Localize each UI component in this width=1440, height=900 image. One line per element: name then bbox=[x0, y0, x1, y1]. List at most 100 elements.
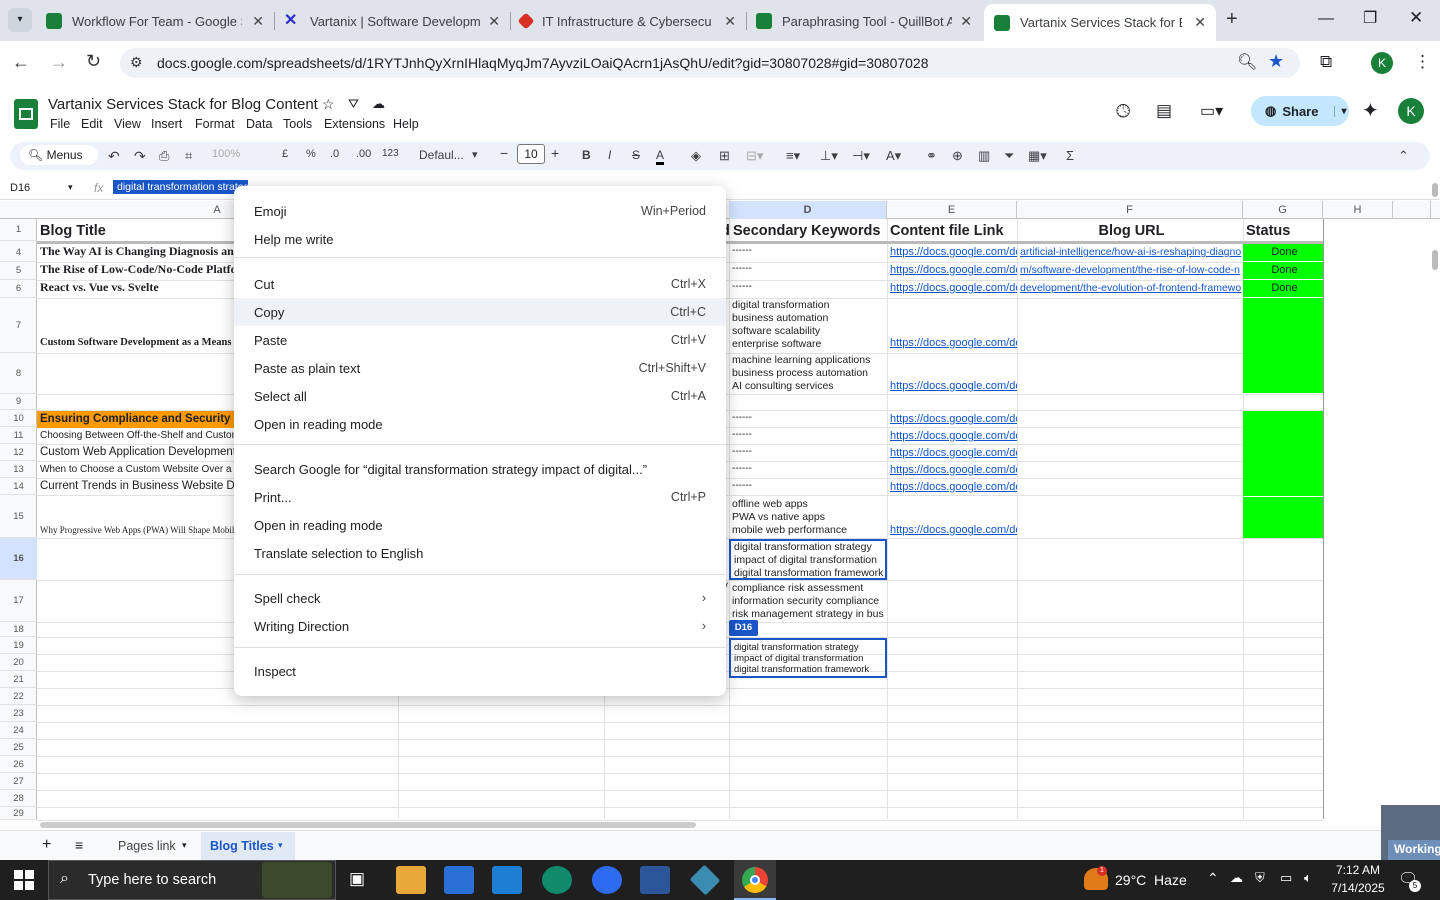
row-header[interactable]: 26 bbox=[0, 756, 37, 773]
cell-g10-14-green[interactable] bbox=[1243, 411, 1323, 496]
cell-a5[interactable]: The Rise of Low-Code/No-Code Platfor bbox=[37, 262, 237, 277]
horizontal-scrollbar-thumb[interactable] bbox=[40, 822, 696, 828]
cell-g15-green[interactable] bbox=[1243, 497, 1323, 538]
cell-g4-status[interactable]: Done bbox=[1243, 244, 1323, 261]
row-header[interactable]: 15 bbox=[0, 495, 37, 538]
cell-a4[interactable]: The Way AI is Changing Diagnosis and bbox=[37, 244, 237, 259]
comment-icon[interactable]: ⊕ bbox=[952, 148, 963, 164]
cell-d5[interactable]: ------ bbox=[729, 263, 887, 274]
collapse-toolbar-icon[interactable]: ⌃ bbox=[1398, 148, 1409, 164]
tab-active-vartanix-stack[interactable]: Vartanix Services Stack for Blog ✕ bbox=[984, 4, 1216, 41]
clock-time[interactable]: 7:12 AM bbox=[1332, 863, 1384, 877]
all-sheets-icon[interactable]: ≡ bbox=[75, 837, 83, 853]
chart-icon[interactable]: ▥ bbox=[978, 148, 990, 164]
menu-data[interactable]: Data bbox=[246, 117, 272, 131]
borders-icon[interactable]: ⊞ bbox=[719, 148, 730, 164]
share-dropdown-icon[interactable]: ▾ bbox=[1334, 105, 1347, 117]
menu-item-copy[interactable]: Copy Ctrl+C bbox=[234, 298, 726, 326]
chrome-taskbar-active[interactable] bbox=[734, 860, 776, 900]
header-content-file-link[interactable]: Content file Link bbox=[887, 223, 1017, 239]
row-header[interactable]: 8 bbox=[0, 353, 37, 394]
col-header-h[interactable]: H bbox=[1323, 201, 1393, 219]
cloud-status-icon[interactable]: ☁ bbox=[372, 96, 385, 112]
restore-icon[interactable]: ❐ bbox=[1363, 8, 1377, 28]
print-icon[interactable]: ⎙ bbox=[159, 148, 169, 164]
scroll-up-thumb[interactable] bbox=[1432, 183, 1438, 197]
zoom-select[interactable]: 100% bbox=[212, 148, 240, 160]
cell-d6[interactable]: ------ bbox=[729, 281, 887, 292]
font-size-input[interactable]: 10 bbox=[517, 144, 545, 164]
menu-item-writing-direction[interactable]: Writing Direction › bbox=[234, 612, 726, 640]
fill-color-icon[interactable]: ◈ bbox=[691, 148, 701, 164]
cell-a7[interactable]: Custom Software Development as a Means bbox=[37, 337, 237, 348]
menu-item-print[interactable]: Print... Ctrl+P bbox=[234, 483, 726, 511]
cell-d15[interactable]: offline web apps PWA vs native apps mobi… bbox=[729, 498, 887, 537]
row-header[interactable]: 9 bbox=[0, 394, 37, 410]
valign-icon[interactable]: ⊥▾ bbox=[820, 148, 838, 164]
minimize-icon[interactable]: — bbox=[1318, 10, 1334, 28]
redo-icon[interactable]: ↷ bbox=[134, 148, 146, 165]
tab-workflow[interactable]: Workflow For Team - Google Sh ✕ bbox=[36, 6, 274, 36]
star-icon[interactable]: ☆ bbox=[322, 96, 335, 113]
col-header-d[interactable]: D bbox=[729, 201, 887, 219]
cell-d8[interactable]: machine learning applications business p… bbox=[729, 354, 887, 393]
align-icon[interactable]: ≡▾ bbox=[786, 148, 800, 164]
share-button[interactable]: ◍ Share ▾ bbox=[1251, 96, 1349, 126]
font-size-plus-icon[interactable]: + bbox=[551, 145, 559, 161]
cell-a13[interactable]: When to Choose a Custom Website Over a W bbox=[37, 464, 237, 475]
menu-item-translate[interactable]: Translate selection to English bbox=[234, 539, 726, 567]
name-box[interactable]: D16 bbox=[10, 182, 30, 194]
url-text[interactable]: docs.google.com/spreadsheets/d/1RYTJnhQy… bbox=[157, 55, 929, 71]
zoom-app-icon[interactable] bbox=[592, 866, 622, 894]
edge-icon[interactable] bbox=[542, 866, 572, 894]
filter-icon[interactable]: ⏷ bbox=[1004, 148, 1014, 164]
row-header[interactable]: 1 bbox=[0, 219, 37, 241]
cell-f5[interactable]: m/software-development/the-rise-of-low-c… bbox=[1017, 264, 1243, 276]
cell-a15[interactable]: Why Progressive Web Apps (PWA) Will Shap… bbox=[37, 525, 237, 535]
menus-search[interactable]: 🔍︎ Menus bbox=[20, 145, 98, 165]
row-header[interactable]: 11 bbox=[0, 427, 37, 444]
cell-e-link[interactable]: https://docs.google.com/do bbox=[887, 264, 1017, 276]
row-header[interactable]: 18 bbox=[0, 622, 37, 637]
tab-it-infra[interactable]: IT Infrastructure & Cybersecurit ✕ bbox=[510, 6, 746, 36]
forward-icon[interactable]: → bbox=[50, 52, 68, 73]
menu-item-reading-mode-2[interactable]: Open in reading mode bbox=[234, 511, 726, 539]
menu-item-inspect[interactable]: Inspect bbox=[234, 657, 726, 685]
menu-insert[interactable]: Insert bbox=[151, 117, 182, 131]
menu-item-emoji[interactable]: Emoji Win+Period bbox=[234, 197, 726, 225]
col-header-i[interactable] bbox=[1393, 201, 1431, 219]
row-header[interactable]: 17 bbox=[0, 580, 37, 622]
menu-extensions[interactable]: Extensions bbox=[324, 117, 385, 131]
col-header-e[interactable]: E bbox=[887, 201, 1017, 219]
header-status[interactable]: Status bbox=[1243, 223, 1323, 239]
percent-format-button[interactable]: % bbox=[306, 148, 316, 160]
account-avatar[interactable]: K bbox=[1398, 98, 1424, 124]
close-icon[interactable]: ✕ bbox=[724, 13, 736, 30]
row-header[interactable]: 23 bbox=[0, 705, 37, 722]
profile-avatar[interactable]: K bbox=[1371, 52, 1393, 74]
meet-icon[interactable]: ▭▾ bbox=[1200, 101, 1223, 121]
security-icon[interactable]: ⛨ bbox=[1255, 870, 1265, 886]
bold-icon[interactable]: B bbox=[582, 148, 591, 162]
cell-g6-status[interactable]: Done bbox=[1243, 280, 1323, 297]
sheets-logo-icon[interactable] bbox=[14, 99, 38, 129]
paint-format-icon[interactable]: ⌗ bbox=[185, 148, 192, 164]
cell-e-link[interactable]: https://docs.google.com/do bbox=[887, 481, 1017, 493]
zoom-icon[interactable]: 🔍︎ bbox=[1237, 52, 1257, 72]
menu-file[interactable]: File bbox=[50, 117, 70, 131]
tab-quillbot[interactable]: Paraphrasing Tool - QuillBot AI ✕ bbox=[746, 6, 982, 36]
font-select[interactable]: Defaul... bbox=[419, 148, 464, 162]
weather-text[interactable]: 29°C Haze bbox=[1115, 872, 1187, 888]
row-header[interactable]: 14 bbox=[0, 478, 37, 495]
increase-decimal-button[interactable]: .00 bbox=[356, 148, 371, 160]
cell-a14[interactable]: Current Trends in Business Website Desi bbox=[37, 480, 237, 492]
row-header[interactable]: 5 bbox=[0, 262, 37, 280]
cell-d7[interactable]: digital transformation business automati… bbox=[729, 299, 887, 351]
header-blog-url[interactable]: Blog URL bbox=[1017, 223, 1243, 239]
browser-menu-icon[interactable]: ⋮ bbox=[1414, 52, 1431, 72]
cell-e-link[interactable]: https://docs.google.com/do bbox=[887, 380, 1017, 392]
comments-icon[interactable]: ▤ bbox=[1156, 101, 1172, 121]
move-icon[interactable]: ⛛ bbox=[348, 96, 359, 112]
row-header[interactable]: 22 bbox=[0, 688, 37, 705]
cell-a11[interactable]: Choosing Between Off-the-Shelf and Custo… bbox=[37, 430, 237, 441]
